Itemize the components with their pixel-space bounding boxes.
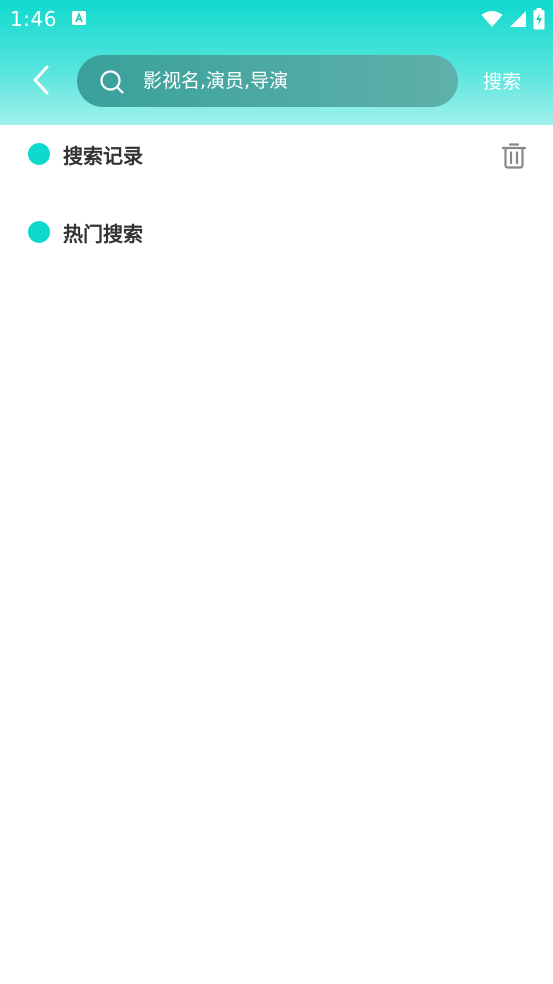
search-input[interactable] — [143, 55, 443, 107]
status-time: 1:46 — [10, 7, 57, 31]
hot-search-section: 热门搜索 — [0, 212, 553, 252]
search-history-section: 搜索记录 — [0, 134, 553, 174]
section-dot — [28, 143, 50, 165]
battery-charging-icon — [533, 8, 545, 30]
hot-search-title: 热门搜索 — [63, 222, 143, 246]
cell-signal-icon — [510, 11, 526, 27]
section-dot — [28, 221, 50, 243]
font-a-icon — [72, 11, 86, 25]
back-button[interactable] — [24, 60, 58, 100]
trash-icon[interactable] — [499, 140, 529, 170]
search-box[interactable] — [77, 55, 458, 107]
header: 1:46 影视名,演员,导演 搜索 — [0, 0, 553, 125]
nav-bar: 搜索 — [0, 54, 553, 108]
status-icons — [481, 8, 545, 30]
chevron-left-icon — [33, 65, 49, 95]
wifi-icon — [481, 11, 503, 27]
search-button[interactable]: 搜索 — [483, 67, 521, 94]
status-bar: 1:46 — [0, 0, 553, 40]
search-icon — [100, 70, 124, 94]
search-history-title: 搜索记录 — [63, 144, 143, 168]
